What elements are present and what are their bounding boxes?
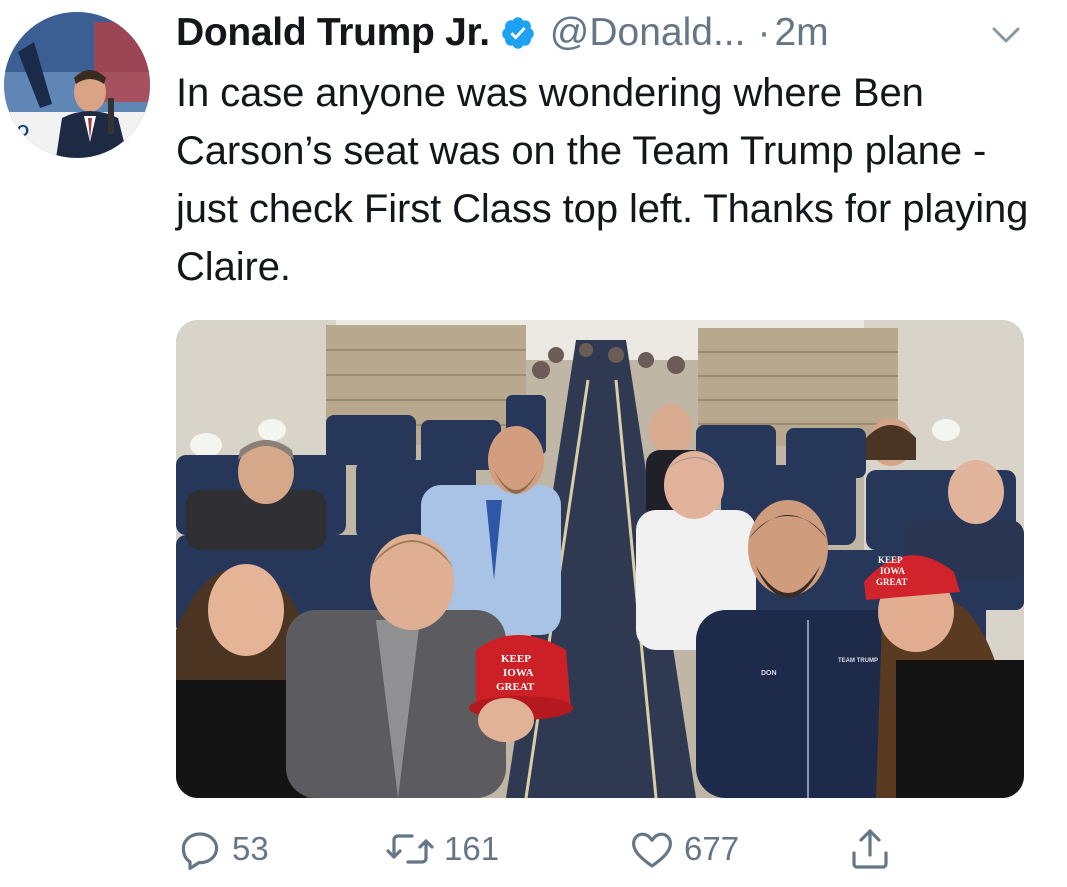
retweet-icon	[386, 834, 434, 864]
reply-count: 53	[232, 830, 269, 867]
tweet[interactable]: YO Donald Trump Jr. @Donald... · 2m In c…	[0, 0, 1067, 887]
svg-text:IOWA: IOWA	[880, 566, 906, 576]
svg-text:TEAM TRUMP: TEAM TRUMP	[838, 658, 878, 664]
svg-text:GREAT: GREAT	[496, 681, 535, 693]
header-separator: ·	[757, 11, 771, 54]
tweet-actions: 53 161 677	[176, 822, 1036, 876]
retweet-button[interactable]: 161	[384, 822, 499, 876]
heart-icon	[632, 832, 672, 868]
svg-text:YO: YO	[6, 123, 29, 140]
svg-text:KEEP: KEEP	[878, 555, 903, 565]
verified-badge-icon	[502, 17, 534, 49]
tweet-photo[interactable]: KEEP IOWA GREAT DON TEAM TRUMP KEEP IOWA…	[176, 320, 1024, 798]
share-button[interactable]	[846, 822, 894, 876]
tweet-timestamp[interactable]: 2m	[774, 11, 828, 55]
airplane-cabin-photo: KEEP IOWA GREAT DON TEAM TRUMP KEEP IOWA…	[176, 320, 1024, 798]
like-count: 677	[684, 830, 740, 867]
svg-text:GREAT: GREAT	[876, 577, 907, 587]
user-handle[interactable]: @Donald...	[550, 11, 746, 55]
svg-text:DON: DON	[761, 670, 777, 677]
tweet-header: Donald Trump Jr. @Donald... · 2m	[176, 8, 1036, 58]
like-button[interactable]: 677	[628, 822, 739, 876]
profile-photo: YO	[4, 12, 150, 158]
avatar[interactable]: YO	[4, 12, 150, 158]
tweet-text: In case anyone was wondering where Ben C…	[176, 71, 1029, 289]
retweet-count: 161	[444, 830, 500, 867]
svg-text:KEEP: KEEP	[501, 653, 531, 665]
svg-text:IOWA: IOWA	[503, 667, 534, 679]
chevron-down-icon[interactable]	[984, 20, 1028, 50]
reply-button[interactable]: 53	[176, 822, 269, 876]
share-icon	[852, 829, 888, 869]
display-name[interactable]: Donald Trump Jr.	[176, 11, 490, 55]
reply-icon	[181, 832, 219, 870]
